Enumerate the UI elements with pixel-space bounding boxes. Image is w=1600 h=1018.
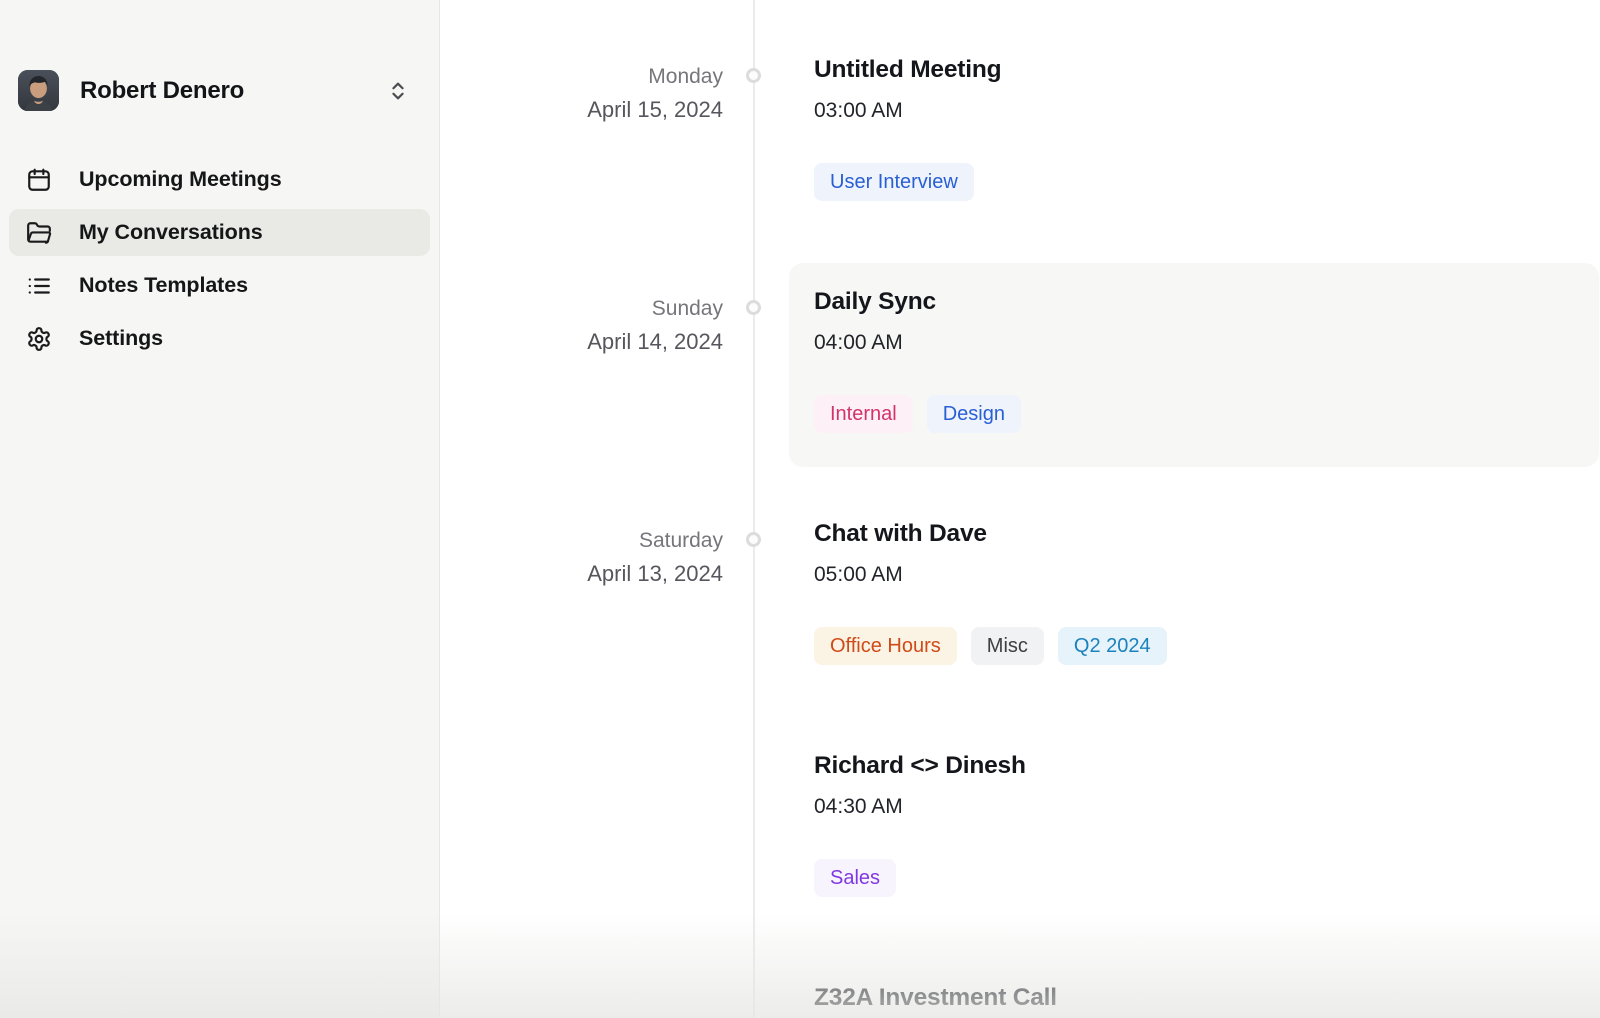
conversations-timeline: Monday April 15, 2024 Untitled Meeting 0… (440, 0, 1600, 1018)
day-name: Saturday (440, 524, 723, 557)
meeting-tags: Office Hours Misc Q2 2024 (814, 627, 1583, 665)
timeline-dot (746, 532, 761, 547)
meeting-tags: User Interview (814, 163, 1583, 201)
list-icon (26, 273, 52, 299)
timeline-groups: Monday April 15, 2024 Untitled Meeting 0… (440, 55, 1600, 1012)
meeting-time: 04:00 AM (814, 331, 1583, 355)
meeting-tag[interactable]: Internal (814, 395, 913, 433)
meeting-time: 04:30 AM (814, 795, 1583, 819)
timeline-dot (746, 300, 761, 315)
user-name: Robert Denero (80, 77, 387, 105)
day-name: Sunday (440, 292, 723, 325)
day-entries: Daily Sync 04:00 AM Internal Design (814, 287, 1583, 433)
meeting-item[interactable]: Daily Sync 04:00 AM Internal Design (789, 263, 1599, 467)
meeting-title: Untitled Meeting (814, 55, 1583, 84)
meeting-item[interactable]: Z32A Investment Call (814, 983, 1583, 1012)
gear-icon (26, 326, 52, 352)
meeting-tag[interactable]: Q2 2024 (1058, 627, 1167, 665)
meeting-time: 05:00 AM (814, 563, 1583, 587)
folder-icon (26, 220, 52, 246)
meeting-tags: Internal Design (814, 395, 1583, 433)
calendar-icon (26, 167, 52, 193)
date-column: Monday April 15, 2024 (440, 55, 753, 201)
app-window: Robert Denero Upcoming Meetings (0, 0, 1600, 1018)
meeting-title: Richard <> Dinesh (814, 751, 1583, 780)
sidebar-item-label: Notes Templates (79, 273, 248, 298)
sidebar-item-my-conversations[interactable]: My Conversations (9, 209, 430, 256)
meeting-time: 03:00 AM (814, 99, 1583, 123)
sidebar-item-label: Upcoming Meetings (79, 167, 282, 192)
sidebar-item-settings[interactable]: Settings (9, 315, 430, 362)
day-group: Sunday April 14, 2024 Daily Sync 04:00 A… (440, 287, 1600, 433)
chevron-up-down-icon[interactable] (387, 80, 409, 102)
meeting-tags: Sales (814, 859, 1583, 897)
day-group: Monday April 15, 2024 Untitled Meeting 0… (440, 55, 1600, 201)
meeting-item[interactable]: Richard <> Dinesh 04:30 AM Sales (814, 751, 1583, 897)
timeline-dot (746, 68, 761, 83)
day-date: April 14, 2024 (440, 325, 723, 358)
meeting-tag[interactable]: Misc (971, 627, 1044, 665)
meeting-tag[interactable]: User Interview (814, 163, 974, 201)
date-column: Sunday April 14, 2024 (440, 287, 753, 433)
meeting-item[interactable]: Untitled Meeting 03:00 AM User Interview (814, 55, 1583, 201)
date-column: Saturday April 13, 2024 (440, 519, 753, 1012)
day-group: Saturday April 13, 2024 Chat with Dave 0… (440, 519, 1600, 1012)
day-entries: Untitled Meeting 03:00 AM User Interview (814, 55, 1583, 201)
sidebar: Robert Denero Upcoming Meetings (0, 0, 440, 1018)
meeting-tag[interactable]: Office Hours (814, 627, 957, 665)
meeting-title: Daily Sync (814, 287, 1583, 316)
meeting-title: Z32A Investment Call (814, 983, 1583, 1012)
account-switcher[interactable]: Robert Denero (18, 70, 409, 111)
sidebar-item-notes-templates[interactable]: Notes Templates (9, 262, 430, 309)
sidebar-item-upcoming-meetings[interactable]: Upcoming Meetings (9, 156, 430, 203)
sidebar-nav: Upcoming Meetings My Conversations (0, 156, 439, 362)
day-entries: Chat with Dave 05:00 AM Office Hours Misc… (814, 519, 1583, 1012)
meeting-tag[interactable]: Sales (814, 859, 896, 897)
meeting-title: Chat with Dave (814, 519, 1583, 548)
day-date: April 13, 2024 (440, 557, 723, 590)
meeting-item[interactable]: Chat with Dave 05:00 AM Office Hours Misc… (814, 519, 1583, 665)
avatar (18, 70, 59, 111)
sidebar-item-label: Settings (79, 326, 163, 351)
day-name: Monday (440, 60, 723, 93)
day-date: April 15, 2024 (440, 93, 723, 126)
sidebar-item-label: My Conversations (79, 220, 263, 245)
meeting-tag[interactable]: Design (927, 395, 1021, 433)
